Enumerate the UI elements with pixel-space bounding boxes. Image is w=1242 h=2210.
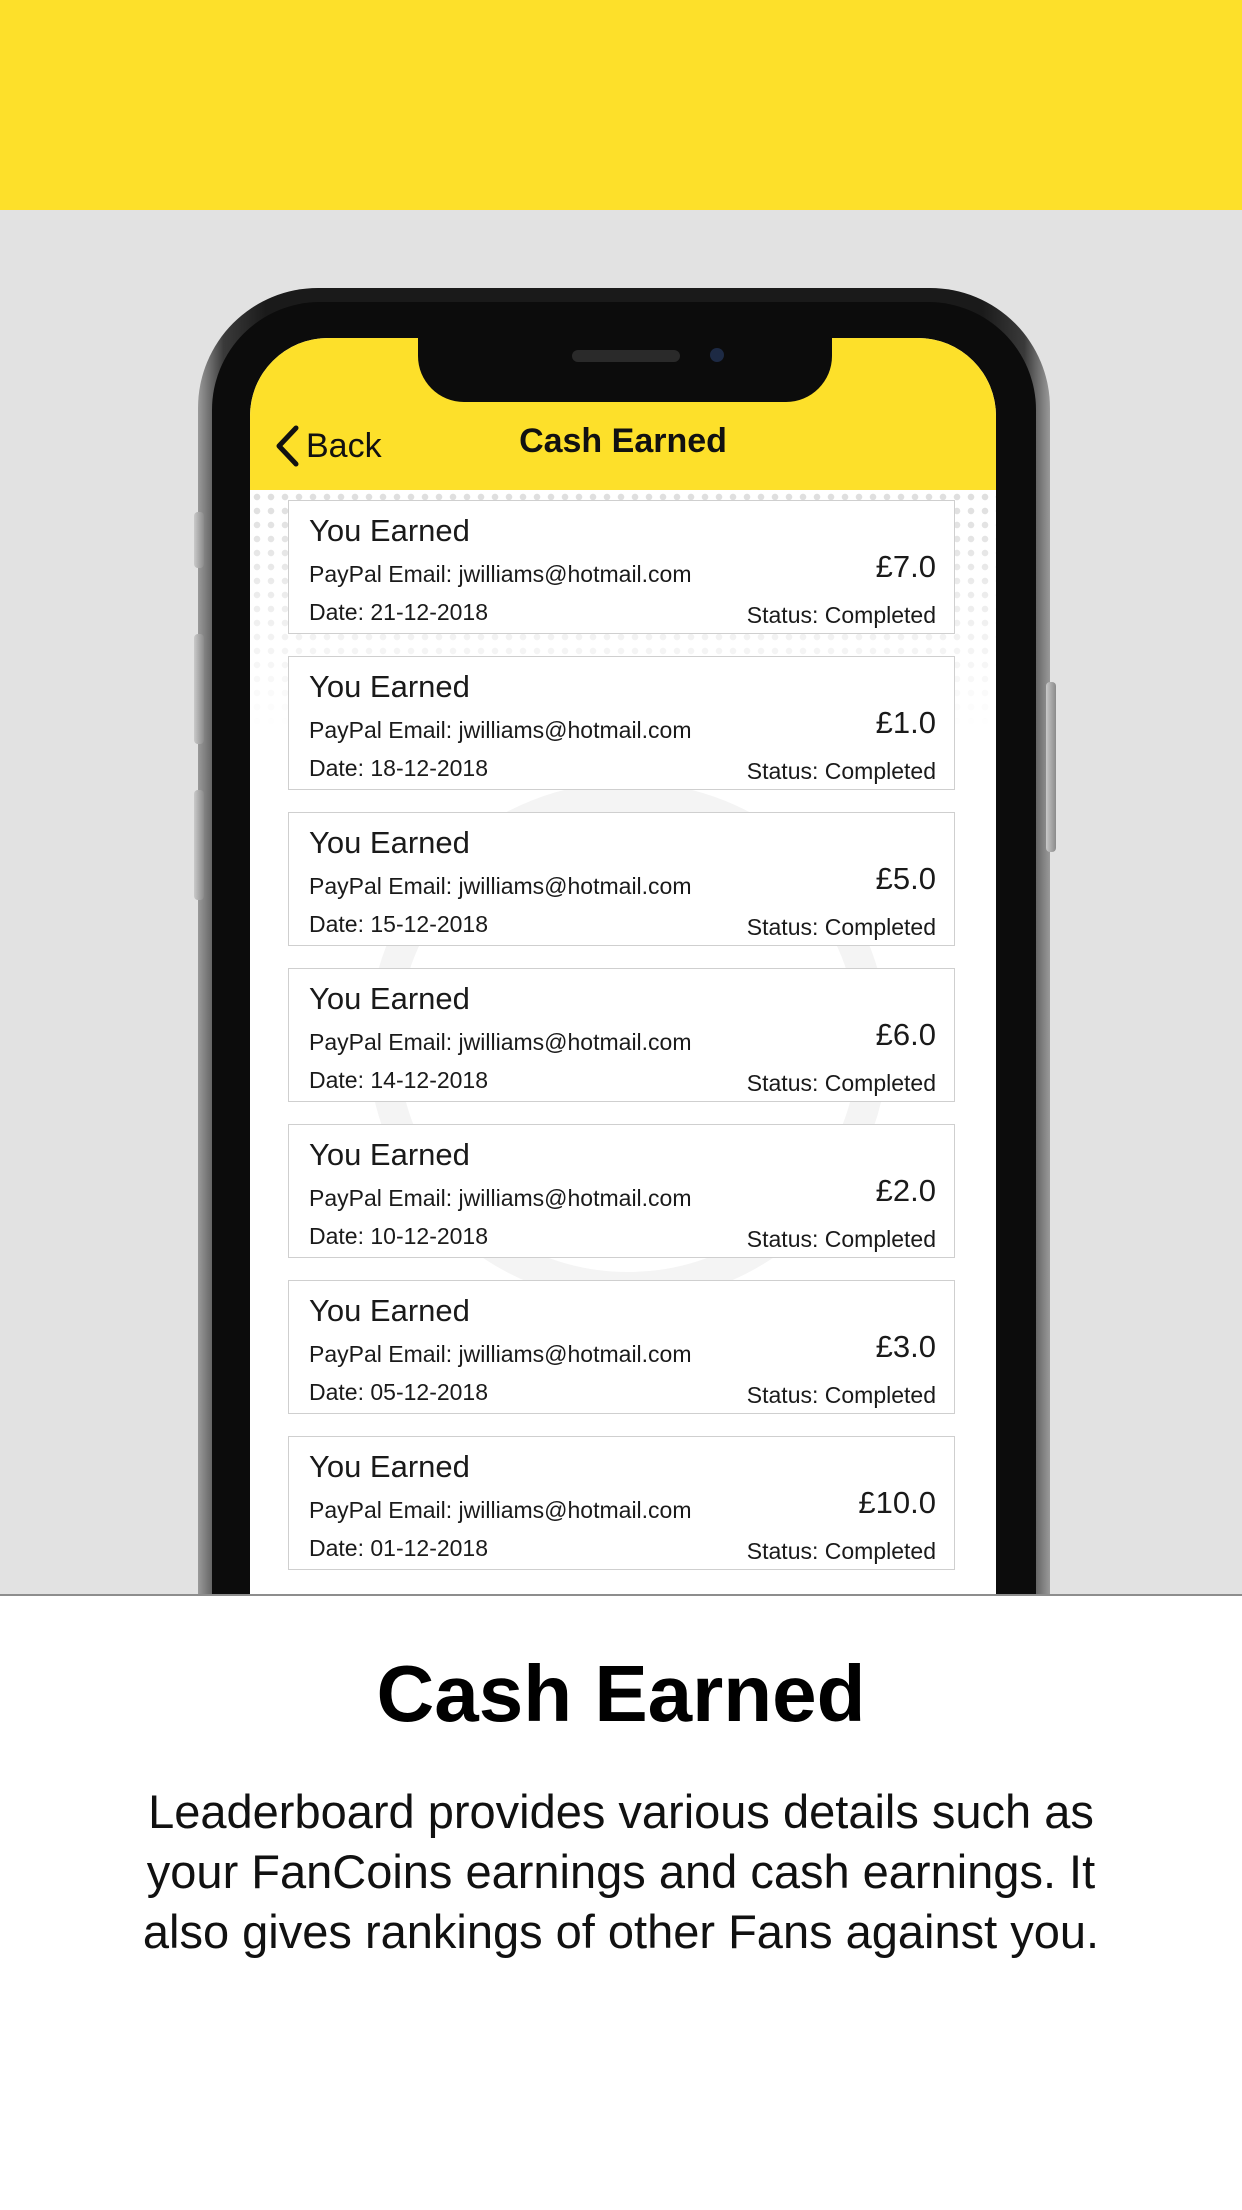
phone-screen: Back Cash Earned You Earned PayPal Email… [250, 338, 996, 1594]
earning-amount: £1.0 [875, 705, 936, 740]
earning-title: You Earned [309, 669, 470, 704]
phone-volume-down [194, 790, 204, 900]
caption-title: Cash Earned [376, 1649, 866, 1738]
earning-title: You Earned [309, 825, 470, 860]
earning-date: Date: 10-12-2018 [309, 1223, 489, 1249]
earning-status: Status: Completed [746, 914, 936, 940]
earning-status: Status: Completed [746, 1226, 936, 1252]
app-header: Back Cash Earned [250, 338, 996, 490]
phone-notch [418, 338, 832, 402]
earning-date: Date: 14-12-2018 [309, 1067, 489, 1093]
earning-date: Date: 05-12-2018 [309, 1379, 489, 1405]
earning-amount: £7.0 [875, 549, 936, 584]
earning-title: You Earned [309, 1137, 470, 1172]
phone-power-button [1046, 682, 1056, 852]
paypal-email: PayPal Email: jwilliams@hotmail.com [309, 1185, 692, 1211]
earning-date: Date: 01-12-2018 [309, 1535, 489, 1561]
top-yellow-band [0, 0, 1242, 210]
earning-status: Status: Completed [746, 602, 936, 628]
earning-card[interactable]: You Earned PayPal Email: jwilliams@hotma… [288, 968, 955, 1102]
earning-status: Status: Completed [746, 1538, 936, 1564]
earning-date: Date: 15-12-2018 [309, 911, 489, 937]
caption-description: Leaderboard provides various details suc… [142, 1785, 1100, 1958]
paypal-email: PayPal Email: jwilliams@hotmail.com [309, 717, 692, 743]
earning-title: You Earned [309, 1293, 470, 1328]
earnings-list[interactable]: You Earned PayPal Email: jwilliams@hotma… [250, 490, 996, 1594]
paypal-email: PayPal Email: jwilliams@hotmail.com [309, 1497, 692, 1523]
earning-status: Status: Completed [746, 758, 936, 784]
earning-card[interactable]: You Earned PayPal Email: jwilliams@hotma… [288, 656, 955, 790]
paypal-email: PayPal Email: jwilliams@hotmail.com [309, 561, 692, 587]
earning-status: Status: Completed [746, 1382, 936, 1408]
earning-title: You Earned [309, 1449, 470, 1484]
earning-amount: £5.0 [875, 861, 936, 896]
page-title: Cash Earned [519, 422, 727, 460]
paypal-email: PayPal Email: jwilliams@hotmail.com [309, 1341, 692, 1367]
phone-volume-up [194, 634, 204, 744]
earning-title: You Earned [309, 981, 470, 1016]
earning-amount: £6.0 [875, 1017, 936, 1052]
earning-card[interactable]: You Earned PayPal Email: jwilliams@hotma… [288, 1124, 955, 1258]
speaker-grille [572, 350, 680, 362]
earning-card[interactable]: You Earned PayPal Email: jwilliams@hotma… [288, 500, 955, 634]
earning-card[interactable]: You Earned PayPal Email: jwilliams@hotma… [288, 1436, 955, 1570]
earning-date: Date: 18-12-2018 [309, 755, 489, 781]
earning-title: You Earned [309, 513, 470, 548]
earning-amount: £2.0 [875, 1173, 936, 1208]
earning-date: Date: 21-12-2018 [309, 599, 489, 625]
earning-card[interactable]: You Earned PayPal Email: jwilliams@hotma… [288, 1280, 955, 1414]
earning-amount: £3.0 [875, 1329, 936, 1364]
earning-card[interactable]: You Earned PayPal Email: jwilliams@hotma… [288, 812, 955, 946]
front-camera [710, 348, 724, 362]
paypal-email: PayPal Email: jwilliams@hotmail.com [309, 1029, 692, 1055]
earning-amount: £10.0 [858, 1485, 936, 1520]
earning-status: Status: Completed [746, 1070, 936, 1096]
phone-mute-switch [194, 512, 204, 568]
caption-panel: Cash Earned Leaderboard provides various… [0, 1594, 1242, 2210]
paypal-email: PayPal Email: jwilliams@hotmail.com [309, 873, 692, 899]
